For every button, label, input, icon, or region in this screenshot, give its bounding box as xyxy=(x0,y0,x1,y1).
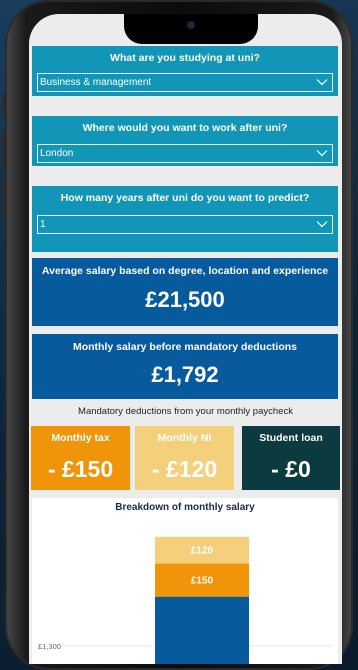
chevron-down-icon xyxy=(316,221,328,228)
monthly-salary-title: Monthly salary before mandatory deductio… xyxy=(72,341,298,353)
student-loan-card: Student loan - £0 xyxy=(242,426,340,490)
salary-breakdown-chart: Breakdown of monthly salary £1,300 £150 £1… xyxy=(32,498,338,664)
question-degree-title: What are you studying at uni? xyxy=(110,52,260,64)
years-dropdown[interactable]: 1 xyxy=(37,215,333,234)
camera-icon xyxy=(187,21,195,29)
mute-switch xyxy=(2,92,6,114)
bar-data-label: £120 xyxy=(191,546,214,557)
average-salary-title: Average salary based on degree, location… xyxy=(41,265,329,277)
average-salary-card: Average salary based on degree, location… xyxy=(32,258,338,326)
student-loan-label: Student loan xyxy=(259,432,323,444)
monthly-tax-value: - £150 xyxy=(47,456,114,482)
years-dropdown-value: 1 xyxy=(40,219,46,230)
y-tick-label: £1,300 xyxy=(38,642,61,651)
bar-segment-0 xyxy=(155,596,249,664)
question-years-card: How many years after uni do you want to … xyxy=(32,186,338,252)
monthly-ni-label: Monthly NI xyxy=(157,432,212,444)
question-years-title: How many years after uni do you want to … xyxy=(60,192,310,204)
monthly-salary-value: £1,792 xyxy=(151,362,219,387)
question-location-card: Where would you want to work after uni? … xyxy=(32,116,338,166)
degree-dropdown-value: Business & management xyxy=(40,77,152,88)
location-dropdown-value: London xyxy=(40,148,74,159)
degree-dropdown[interactable]: Business & management xyxy=(37,73,333,92)
volume-down-button xyxy=(2,178,6,218)
location-dropdown[interactable]: London xyxy=(37,144,333,163)
question-degree-card: What are you studying at uni? Business &… xyxy=(32,46,338,96)
notch xyxy=(124,14,258,44)
chevron-down-icon xyxy=(316,79,328,86)
monthly-salary-card: Monthly salary before mandatory deductio… xyxy=(32,334,338,399)
bar-data-label: £150 xyxy=(191,576,214,587)
volume-up-button xyxy=(2,130,6,170)
chart-svg: £1,300 £150 £120 xyxy=(38,536,332,664)
monthly-ni-value: - £120 xyxy=(151,456,218,482)
monthly-tax-card: Monthly tax - £150 xyxy=(31,426,130,490)
student-loan-value: - £0 xyxy=(271,456,311,482)
monthly-ni-card: Monthly NI - £120 xyxy=(135,426,234,490)
question-location-title: Where would you want to work after uni? xyxy=(82,122,288,134)
monthly-tax-label: Monthly tax xyxy=(51,432,110,444)
chevron-down-icon xyxy=(316,150,328,157)
average-salary-value: £21,500 xyxy=(145,287,225,312)
phone-screen: What are you studying at uni? Business &… xyxy=(29,14,342,664)
deductions-title: Mandatory deductions from your monthly p… xyxy=(78,406,293,417)
